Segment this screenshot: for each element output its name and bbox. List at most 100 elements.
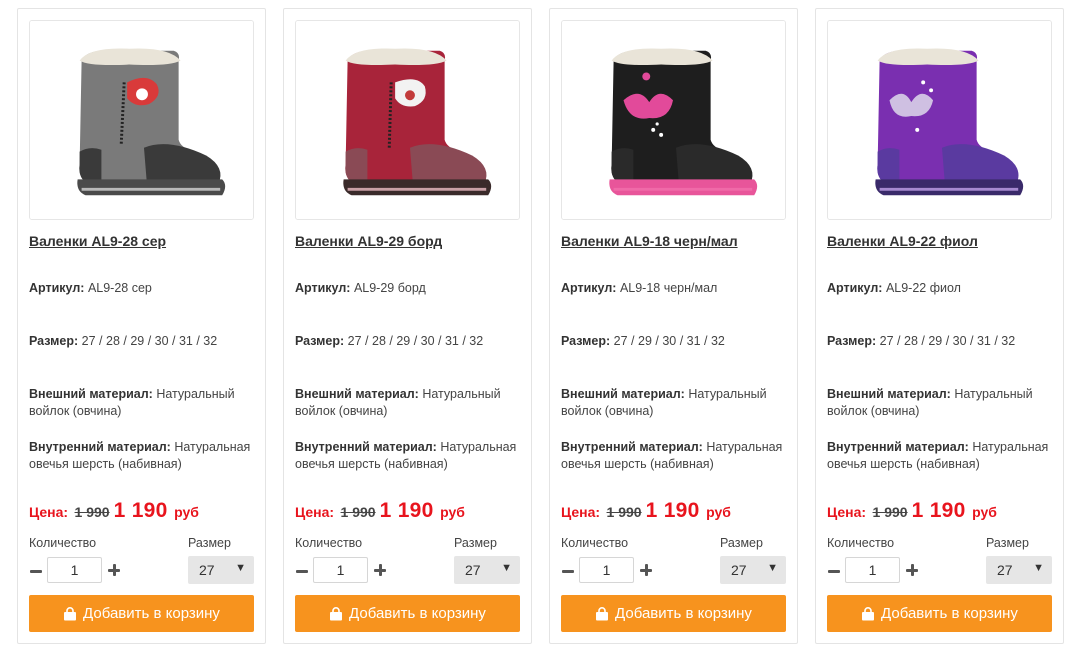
article-value: AL9-22 фиол	[885, 281, 961, 295]
felt-boot-icon	[296, 21, 519, 219]
add-to-cart-label: Добавить в корзину	[881, 605, 1018, 622]
size-select-label: Размер	[720, 536, 763, 550]
new-price: 1 190	[379, 499, 434, 522]
caret-down-icon: ▼	[1033, 562, 1044, 574]
plus-icon[interactable]	[639, 560, 653, 582]
inner-material-label: Внутренний материал:	[295, 440, 437, 454]
shopping-bag-icon	[861, 606, 875, 621]
old-price: 1 990	[606, 504, 642, 520]
quantity-label: Количество	[29, 536, 97, 550]
caret-down-icon: ▼	[235, 562, 246, 574]
outer-material-row: Внешний материал: Натуральный войлок (ов…	[29, 386, 257, 419]
article-value: AL9-28 сер	[87, 281, 152, 295]
size-select[interactable]: 27 ▼	[454, 556, 520, 584]
plus-icon[interactable]	[373, 560, 387, 582]
product-card: Валенки AL9-18 черн/мал Артикул: AL9-18 …	[549, 8, 798, 644]
article-row: Артикул: AL9-28 сер	[29, 280, 257, 297]
article-row: Артикул: AL9-22 фиол	[827, 280, 1055, 297]
minus-icon[interactable]	[561, 560, 575, 582]
inner-material-label: Внутренний материал:	[29, 440, 171, 454]
price-label: Цена:	[29, 504, 69, 520]
sizes-row: Размер: 27 / 28 / 29 / 30 / 31 / 32	[827, 333, 1055, 350]
sizes-label: Размер:	[29, 334, 79, 348]
add-to-cart-label: Добавить в корзину	[83, 605, 220, 622]
sizes-row: Размер: 27 / 29 / 30 / 31 / 32	[561, 333, 789, 350]
article-row: Артикул: AL9-18 черн/мал	[561, 280, 789, 297]
sizes-value: 27 / 28 / 29 / 30 / 31 / 32	[879, 334, 1016, 348]
quantity-input[interactable]: 1	[579, 557, 634, 583]
outer-material-label: Внешний материал:	[827, 387, 951, 401]
product-title-link[interactable]: Валенки AL9-22 фиол	[827, 233, 1055, 249]
outer-material-row: Внешний материал: Натуральный войлок (ов…	[827, 386, 1055, 419]
quantity-input[interactable]: 1	[47, 557, 102, 583]
quantity-input[interactable]: 1	[845, 557, 900, 583]
old-price: 1 990	[872, 504, 908, 520]
price-row: Цена: 1 990 1 190 руб	[29, 499, 259, 523]
add-to-cart-label: Добавить в корзину	[349, 605, 486, 622]
sizes-row: Размер: 27 / 28 / 29 / 30 / 31 / 32	[29, 333, 257, 350]
plus-icon[interactable]	[107, 560, 121, 582]
article-label: Артикул:	[29, 281, 85, 295]
currency: руб	[706, 504, 731, 520]
quantity-label: Количество	[561, 536, 629, 550]
product-title-link[interactable]: Валенки AL9-28 сер	[29, 233, 257, 249]
size-select[interactable]: 27 ▼	[188, 556, 254, 584]
outer-material-label: Внешний материал:	[561, 387, 685, 401]
size-select-value: 27	[199, 562, 215, 578]
quantity-input[interactable]: 1	[313, 557, 368, 583]
price-row: Цена: 1 990 1 190 руб	[295, 499, 525, 523]
sizes-label: Размер:	[295, 334, 345, 348]
inner-material-row: Внутренний материал: Натуральная овечья …	[561, 439, 789, 472]
minus-icon[interactable]	[295, 560, 309, 582]
minus-icon[interactable]	[827, 560, 841, 582]
price-label: Цена:	[561, 504, 601, 520]
size-select-value: 27	[997, 562, 1013, 578]
old-price: 1 990	[340, 504, 376, 520]
currency: руб	[972, 504, 997, 520]
new-price: 1 190	[911, 499, 966, 522]
inner-material-row: Внутренний материал: Натуральная овечья …	[29, 439, 257, 472]
sizes-row: Размер: 27 / 28 / 29 / 30 / 31 / 32	[295, 333, 523, 350]
outer-material-row: Внешний материал: Натуральный войлок (ов…	[561, 386, 789, 419]
size-select-label: Размер	[188, 536, 231, 550]
price-label: Цена:	[827, 504, 867, 520]
add-to-cart-label: Добавить в корзину	[615, 605, 752, 622]
article-value: AL9-18 черн/мал	[619, 281, 718, 295]
quantity-label: Количество	[295, 536, 363, 550]
outer-material-label: Внешний материал:	[29, 387, 153, 401]
sizes-value: 27 / 29 / 30 / 31 / 32	[613, 334, 725, 348]
size-select[interactable]: 27 ▼	[986, 556, 1052, 584]
price-row: Цена: 1 990 1 190 руб	[827, 499, 1057, 523]
sizes-value: 27 / 28 / 29 / 30 / 31 / 32	[81, 334, 218, 348]
size-select-label: Размер	[986, 536, 1029, 550]
size-select-label: Размер	[454, 536, 497, 550]
shopping-bag-icon	[329, 606, 343, 621]
outer-material-label: Внешний материал:	[295, 387, 419, 401]
product-image[interactable]	[295, 20, 520, 220]
add-to-cart-button[interactable]: Добавить в корзину	[29, 595, 254, 632]
product-image[interactable]	[827, 20, 1052, 220]
size-select[interactable]: 27 ▼	[720, 556, 786, 584]
plus-icon[interactable]	[905, 560, 919, 582]
inner-material-row: Внутренний материал: Натуральная овечья …	[295, 439, 523, 472]
article-value: AL9-29 борд	[353, 281, 426, 295]
new-price: 1 190	[113, 499, 168, 522]
currency: руб	[174, 504, 199, 520]
new-price: 1 190	[645, 499, 700, 522]
minus-icon[interactable]	[29, 560, 43, 582]
inner-material-label: Внутренний материал:	[827, 440, 969, 454]
caret-down-icon: ▼	[767, 562, 778, 574]
article-label: Артикул:	[561, 281, 617, 295]
product-title-link[interactable]: Валенки AL9-29 борд	[295, 233, 523, 249]
add-to-cart-button[interactable]: Добавить в корзину	[295, 595, 520, 632]
add-to-cart-button[interactable]: Добавить в корзину	[561, 595, 786, 632]
inner-material-label: Внутренний материал:	[561, 440, 703, 454]
product-image[interactable]	[29, 20, 254, 220]
article-label: Артикул:	[827, 281, 883, 295]
product-image[interactable]	[561, 20, 786, 220]
article-label: Артикул:	[295, 281, 351, 295]
product-title-link[interactable]: Валенки AL9-18 черн/мал	[561, 233, 789, 249]
add-to-cart-button[interactable]: Добавить в корзину	[827, 595, 1052, 632]
product-card: Валенки AL9-28 сер Артикул: AL9-28 сер Р…	[17, 8, 266, 644]
price-row: Цена: 1 990 1 190 руб	[561, 499, 791, 523]
